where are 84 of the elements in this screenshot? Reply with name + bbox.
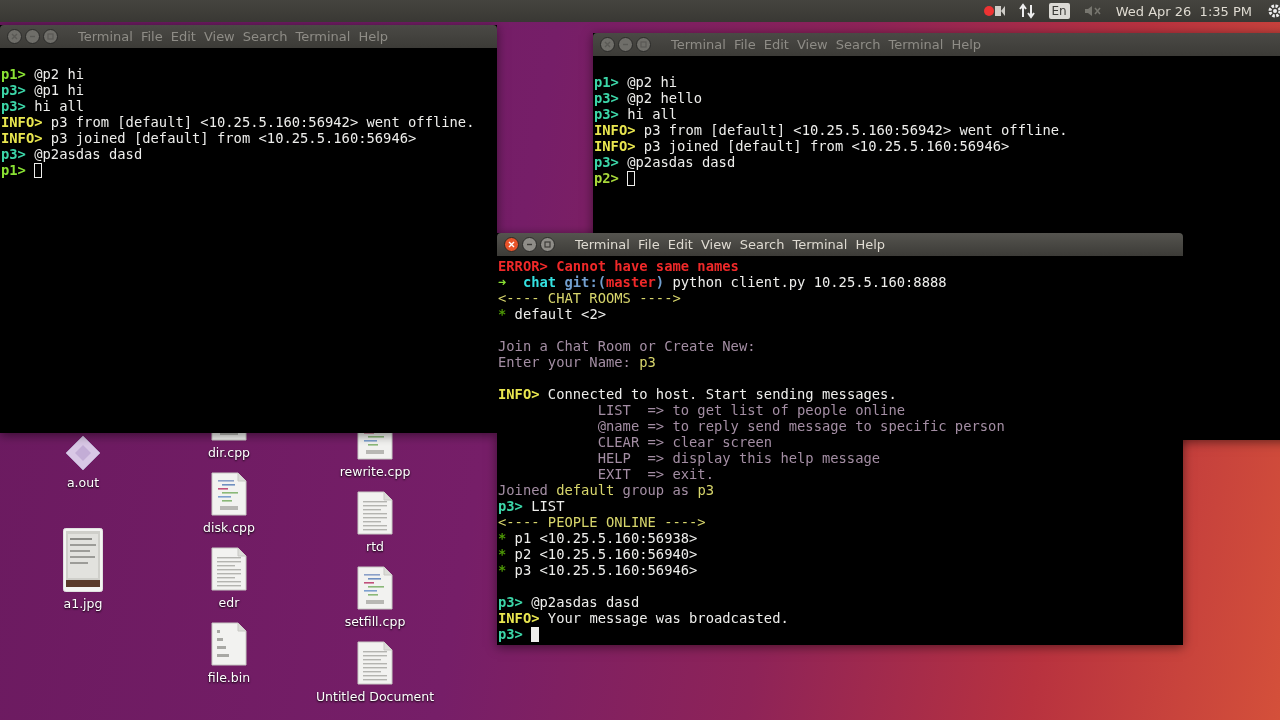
minimize-button[interactable] <box>618 37 633 52</box>
file-name[interactable]: a.out <box>66 475 100 490</box>
terminal-line: * p2 <10.25.5.160:56940> <box>498 546 698 562</box>
menu-item[interactable]: Help <box>855 237 886 252</box>
terminal-line: Join a Chat Room or Create New: <box>498 338 756 354</box>
prompt-text: p1> <box>1 162 26 178</box>
terminal-line: INFO> Your message was broadcasted. <box>498 610 789 626</box>
prompt-text: p2> <box>594 170 619 186</box>
minimize-button[interactable] <box>25 29 40 44</box>
terminal-line: HELP => display this help message <box>596 450 881 466</box>
terminal-line: <---- CHAT ROOMS ----> <box>498 290 681 306</box>
maximize-icon <box>47 33 54 40</box>
terminal-line: * p1 <10.25.5.160:56938> <box>498 530 698 546</box>
terminal-line: p3> LIST <box>498 498 565 514</box>
terminal-line: * p3 <10.25.5.160:56946> <box>498 562 698 578</box>
terminal-line: INFO> p3 from [default] <10.25.5.160:56942> went offline. <box>594 122 1068 138</box>
terminal-line: p3> hi all <box>594 106 678 122</box>
terminal-line: EXIT => exit. <box>596 466 714 482</box>
terminal-line: INFO> p3 joined [default] from <10.25.5.160:56946> <box>594 138 1010 154</box>
up-down-arrows-icon[interactable] <box>1018 3 1035 19</box>
maximize-button[interactable] <box>43 29 58 44</box>
terminal-line: p3> @p2asdas dasd <box>1 146 143 162</box>
window-title: Terminal <box>78 29 133 44</box>
minimize-icon <box>526 243 533 246</box>
terminal-line: CLEAR => clear screen <box>596 434 773 450</box>
menu-item[interactable]: Search <box>739 237 785 252</box>
terminal-line: LIST => to get list of people online <box>596 402 905 418</box>
text-file-icon <box>211 547 247 591</box>
menu-item[interactable]: View <box>700 237 732 252</box>
text-cursor <box>531 626 540 642</box>
file-name[interactable]: rtd <box>366 539 384 554</box>
maximize-button[interactable] <box>540 237 555 252</box>
terminal-line: Enter your Name: p3 <box>498 354 656 370</box>
close-icon <box>11 33 18 40</box>
file-name[interactable]: setfill.cpp <box>344 614 406 629</box>
menu-item[interactable]: Edit <box>667 237 693 252</box>
maximize-icon <box>640 41 647 48</box>
code-file-icon <box>211 472 247 516</box>
file-name[interactable]: disk.cpp <box>203 520 255 535</box>
close-icon <box>508 241 515 248</box>
file-name[interactable]: edr <box>218 595 240 610</box>
file-name[interactable]: file.bin <box>207 670 251 685</box>
close-icon <box>604 41 611 48</box>
terminal-line: p3> @p2 hello <box>594 90 702 106</box>
text-cursor <box>627 170 636 186</box>
maximize-button[interactable] <box>636 37 651 52</box>
close-button[interactable] <box>504 237 519 252</box>
window-title: Terminal <box>575 237 630 252</box>
menu-item[interactable]: File <box>637 237 660 252</box>
file-name[interactable]: rewrite.cpp <box>339 464 411 479</box>
gear-icon[interactable] <box>1266 2 1280 20</box>
video-camera-icon[interactable] <box>982 4 1005 18</box>
window-title: Terminal <box>671 37 726 52</box>
terminal-line: ERROR> Cannot have same names <box>498 258 739 274</box>
text-cursor <box>34 162 43 178</box>
file-name[interactable]: Untitled Document <box>315 689 435 704</box>
terminal-line: p1> @p2 hi <box>1 66 85 82</box>
terminal-line: p3> @p2asdas dasd <box>594 154 736 170</box>
text-file-icon <box>357 641 393 685</box>
terminal-line: p3> @p1 hi <box>1 82 85 98</box>
terminal-line: p1> @p2 hi <box>594 74 678 90</box>
terminal-line: INFO> Connected to host. Start sending messages. <box>498 386 897 402</box>
terminal-line: Joined default group as p3 <box>498 482 714 498</box>
terminal-line: p3> @p2asdas dasd <box>498 594 640 610</box>
minimize-button[interactable] <box>522 237 537 252</box>
clock[interactable]: Wed Apr 26 1:35 PM <box>1115 3 1252 19</box>
text-file-icon <box>357 491 393 535</box>
terminal-line: * default <2> <box>498 306 606 322</box>
binary-file-icon <box>211 622 247 666</box>
terminal-line: @name => to reply send message to specific person <box>596 418 1005 434</box>
terminal-line: ➜ chat git:(master) python client.py 10.25.5.160:8888 <box>498 274 947 290</box>
terminal-line: INFO> p3 joined [default] from <10.25.5.160:56946> <box>1 130 417 146</box>
menu-item[interactable]: Terminal <box>792 237 848 252</box>
terminal-line: INFO> p3 from [default] <10.25.5.160:56942> went offline. <box>1 114 475 130</box>
code-file-icon <box>357 566 393 610</box>
file-name[interactable]: a1.jpg <box>63 596 103 611</box>
executable-icon <box>65 435 101 471</box>
muted-speaker-icon[interactable] <box>1083 5 1102 17</box>
keyboard-layout-indicator[interactable]: En <box>1048 3 1070 19</box>
maximize-icon <box>544 241 551 248</box>
prompt-text: p3> <box>498 626 523 642</box>
terminal-line: <---- PEOPLE ONLINE ----> <box>498 514 706 530</box>
file-name[interactable]: dir.cpp <box>207 445 251 460</box>
terminal-line: p3> hi all <box>1 98 85 114</box>
